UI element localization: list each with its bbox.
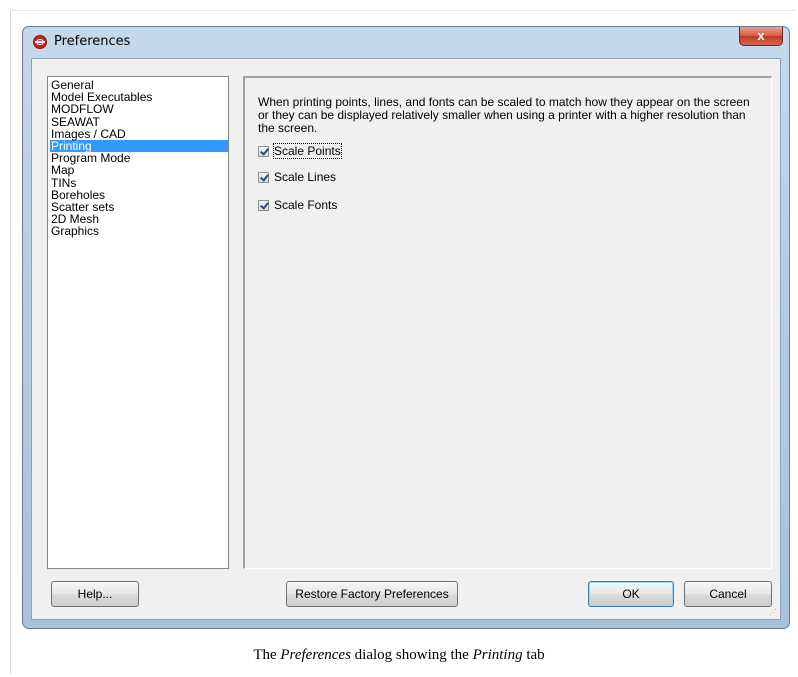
scale-points-label[interactable]: Scale Points: [273, 143, 342, 159]
title-bar[interactable]: Preferences x: [23, 27, 789, 57]
caption-dialog-name: Preferences: [280, 647, 351, 663]
caption-middle: dialog showing the: [350, 647, 473, 663]
help-button[interactable]: Help...: [51, 581, 139, 607]
list-item-map[interactable]: Map: [50, 164, 228, 176]
close-icon: x: [757, 28, 765, 43]
scale-points-option[interactable]: Scale Points: [258, 143, 342, 159]
resize-grip-icon[interactable]: ⋰: [769, 608, 777, 617]
scale-points-checkbox[interactable]: [258, 145, 269, 157]
list-item-seawat[interactable]: SEAWAT: [50, 115, 228, 128]
caption-tab-name: Printing: [472, 647, 523, 663]
list-item-modflow[interactable]: MODFLOW: [50, 103, 228, 115]
preferences-category-list[interactable]: General Model Executables MODFLOW SEAWAT…: [47, 76, 229, 569]
scale-lines-label[interactable]: Scale Lines: [274, 170, 336, 184]
scale-fonts-label[interactable]: Scale Fonts: [274, 198, 337, 212]
dialog-client-area: General Model Executables MODFLOW SEAWAT…: [31, 58, 781, 620]
figure-caption: The Preferences dialog showing the Print…: [0, 647, 798, 664]
scale-lines-checkbox[interactable]: [258, 171, 269, 183]
close-button[interactable]: x: [739, 27, 783, 46]
scale-fonts-option[interactable]: Scale Fonts: [258, 198, 337, 212]
scale-fonts-checkbox[interactable]: [258, 199, 269, 211]
ok-button[interactable]: OK: [588, 581, 674, 607]
scale-lines-option[interactable]: Scale Lines: [258, 170, 336, 184]
list-item-graphics[interactable]: Graphics: [50, 225, 228, 237]
window-title: Preferences: [54, 34, 131, 49]
list-item-program-mode[interactable]: Program Mode: [50, 152, 228, 164]
preferences-dialog: Preferences x General Model Executables …: [22, 26, 790, 629]
restore-factory-preferences-button[interactable]: Restore Factory Preferences: [286, 581, 458, 607]
caption-suffix: tab: [522, 647, 545, 663]
list-item-tins[interactable]: TINs: [50, 176, 228, 189]
cancel-button[interactable]: Cancel: [684, 581, 772, 607]
caption-prefix: The: [253, 647, 281, 663]
printing-description: When printing points, lines, and fonts c…: [258, 95, 750, 135]
printing-settings-panel: When printing points, lines, and fonts c…: [243, 76, 772, 569]
app-logo-icon: [33, 35, 47, 49]
